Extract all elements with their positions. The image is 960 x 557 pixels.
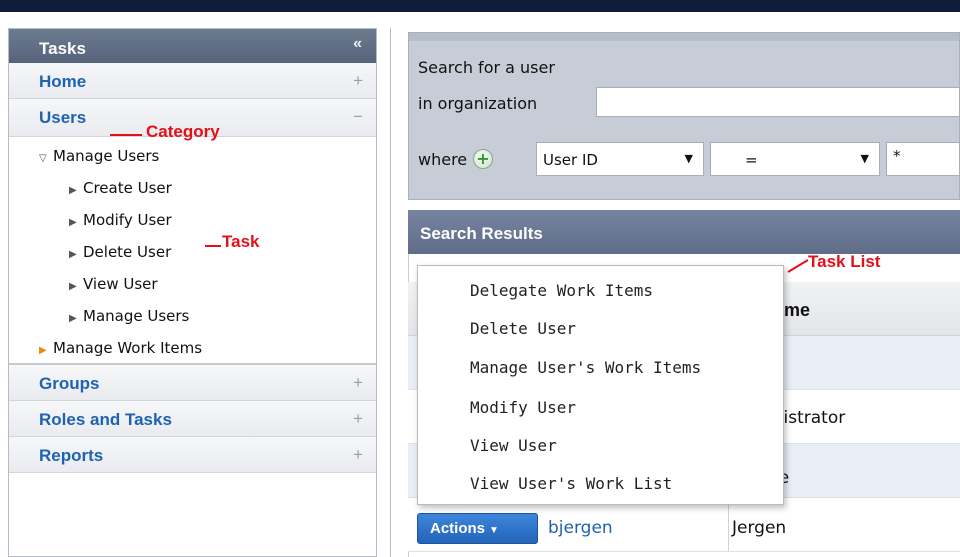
expanded-triangle-icon: ▽ [39,153,47,164]
tree-label: Delete User [83,243,172,261]
tasks-panel-title: Tasks [39,39,86,58]
tree-item-view-user[interactable]: ▶ View User [69,275,158,293]
collapse-icon[interactable]: « [353,35,362,53]
organization-input[interactable] [596,87,960,117]
tree-label: Manage Users [83,307,190,325]
category-roles-label: Roles and Tasks [39,410,172,429]
column-divider [728,498,729,551]
collapsed-triangle-icon: ▶ [69,313,77,324]
collapsed-triangle-icon: ▶ [39,345,47,356]
tasks-panel: Tasks « Home + Users − ▽ Manage Users ▶ Cr… [8,28,377,557]
app-top-bar [0,0,960,12]
operator-select[interactable]: = ▼ [710,142,880,176]
expand-icon[interactable]: + [353,373,363,393]
user-id-link[interactable]: bjergen [548,518,613,538]
category-users-label: Users [39,108,87,127]
operator-select-value: = [745,151,758,169]
tree-group-manage-work-items[interactable]: ▶ Manage Work Items [39,339,202,357]
attribute-select[interactable]: User ID ▼ [536,142,704,176]
category-home[interactable]: Home + [9,63,376,99]
collapsed-triangle-icon: ▶ [69,249,77,260]
search-value-input[interactable]: * [886,142,960,176]
tree-item-manage-users[interactable]: ▶ Manage Users [69,307,189,325]
expand-icon[interactable]: + [353,445,363,465]
tree-label: Modify User [83,211,172,229]
where-label: where [418,150,468,169]
search-title: Search for a user [418,58,555,77]
annotation-line [787,259,809,273]
actions-button[interactable]: Actions ▼ [417,513,538,544]
menu-item-modify-user[interactable]: Modify User [470,398,576,417]
collapse-category-icon[interactable]: − [353,107,363,127]
tasks-panel-header: Tasks « [9,29,376,63]
tree-item-delete-user[interactable]: ▶ Delete User [69,243,171,261]
menu-item-view-user[interactable]: View User [470,436,557,455]
menu-item-delegate-work-items[interactable]: Delegate Work Items [470,281,653,300]
annotation-line [110,134,142,136]
menu-item-delete-user[interactable]: Delete User [470,319,576,338]
search-results-header: Search Results [408,210,960,254]
tree-item-create-user[interactable]: ▶ Create User [69,179,172,197]
dropdown-arrow-icon: ▼ [860,152,869,165]
category-reports-label: Reports [39,446,104,465]
attribute-select-value: User ID [543,151,598,169]
collapsed-triangle-icon: ▶ [69,281,77,292]
dropdown-arrow-icon: ▼ [684,152,693,165]
category-roles-and-tasks[interactable]: Roles and Tasks + [9,401,376,437]
category-home-label: Home [39,72,87,91]
tree-label: Manage Users [53,147,160,165]
annotation-line [205,245,221,247]
annotation-category: Category [146,122,220,141]
collapsed-triangle-icon: ▶ [69,217,77,228]
category-reports[interactable]: Reports + [9,437,376,473]
category-groups-label: Groups [39,374,100,393]
last-name-cell: Jergen [732,518,787,538]
users-task-tree: ▽ Manage Users ▶ Create User ▶ Modify User … [9,137,376,365]
menu-item-view-users-work-list[interactable]: View User's Work List [470,474,672,493]
annotation-task-list: Task List [808,252,881,271]
expand-icon[interactable]: + [353,409,363,429]
tree-label: Manage Work Items [53,339,203,357]
tree-label: Create User [83,179,172,197]
category-groups[interactable]: Groups + [9,365,376,401]
annotation-task: Task [222,232,260,251]
tree-group-manage-users[interactable]: ▽ Manage Users [39,147,159,165]
search-results-title: Search Results [420,224,543,243]
menu-item-manage-users-work-items[interactable]: Manage User's Work Items [470,358,701,377]
add-condition-icon[interactable]: + [473,149,493,169]
tree-item-modify-user[interactable]: ▶ Modify User [69,211,172,229]
task-list-menu: Delegate Work Items Delete User Manage U… [417,265,784,505]
organization-label: in organization [418,94,538,113]
tree-label: View User [83,275,158,293]
actions-button-label: Actions [430,520,486,537]
caret-down-icon: ▼ [489,525,499,536]
expand-icon[interactable]: + [353,71,363,91]
search-panel-strip [409,33,959,41]
collapsed-triangle-icon: ▶ [69,185,77,196]
